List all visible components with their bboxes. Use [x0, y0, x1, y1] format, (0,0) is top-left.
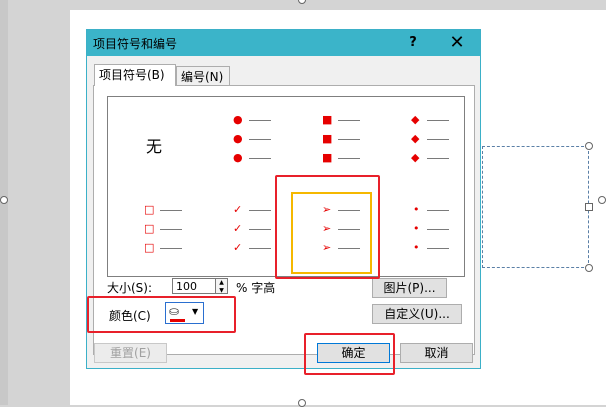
shape-handle[interactable]	[585, 203, 593, 211]
help-button[interactable]: ?	[403, 33, 423, 53]
picture-button[interactable]: 图片(P)...	[372, 278, 447, 298]
tab-numbering[interactable]: 编号(N)	[176, 66, 230, 86]
dialog-title: 项目符号和编号	[93, 37, 178, 51]
close-button[interactable]: ✕	[445, 33, 469, 53]
size-unit-label: % 字高	[236, 281, 276, 295]
filled-square-icon: ■	[322, 151, 333, 164]
filled-circle-icon: ●	[233, 132, 243, 145]
filled-circle-icon: ●	[233, 151, 243, 164]
hollow-square-icon: □	[144, 203, 155, 216]
filled-diamond-icon: ◆	[411, 151, 420, 164]
hollow-square-icon: □	[144, 222, 155, 235]
shape-handle[interactable]	[585, 142, 593, 150]
bullet-option-hollow-square[interactable]: □ □ □	[108, 187, 196, 275]
bullet-option-filled-circle[interactable]: ● ● ●	[197, 97, 285, 185]
size-spinner[interactable]: ▲ ▼	[216, 278, 228, 294]
annotation-box-arrow-bullet	[275, 175, 380, 279]
filled-square-icon: ■	[322, 113, 333, 126]
bullet-option-filled-diamond[interactable]: ◆ ◆ ◆	[375, 97, 463, 185]
checkmark-icon: ✓	[233, 222, 243, 235]
bullet-option-checkmark[interactable]: ✓ ✓ ✓	[197, 187, 285, 275]
size-label: 大小(S):	[107, 281, 153, 295]
filled-diamond-icon: ◆	[411, 132, 420, 145]
cancel-button[interactable]: 取消	[400, 343, 473, 363]
size-input[interactable]: 100	[172, 278, 216, 294]
small-dot-icon: •	[413, 203, 420, 216]
dialog-titlebar[interactable]: 项目符号和编号 ? ✕	[87, 30, 480, 56]
shape-handle[interactable]	[585, 264, 593, 272]
annotation-box-color	[87, 296, 236, 333]
checkmark-icon: ✓	[233, 241, 243, 254]
filled-circle-icon: ●	[233, 113, 243, 126]
none-label: 无	[146, 137, 163, 156]
annotation-box-ok	[304, 333, 395, 375]
filled-square-icon: ■	[322, 132, 333, 145]
selected-shape-outline[interactable]	[482, 146, 589, 268]
filled-diamond-icon: ◆	[411, 113, 420, 126]
tab-bullets[interactable]: 项目符号(B)	[94, 64, 176, 86]
bullet-option-filled-square[interactable]: ■ ■ ■	[286, 97, 374, 185]
bullet-option-none[interactable]: 无	[108, 97, 196, 185]
customize-button[interactable]: 自定义(U)...	[372, 304, 462, 324]
shape-handle[interactable]	[298, 399, 306, 407]
shape-handle[interactable]	[298, 0, 306, 4]
shape-handle[interactable]	[598, 196, 606, 204]
reset-button[interactable]: 重置(E)	[94, 343, 167, 363]
checkmark-icon: ✓	[233, 203, 243, 216]
small-dot-icon: •	[413, 222, 420, 235]
hollow-square-icon: □	[144, 241, 155, 254]
bullet-option-small-dot[interactable]: • • •	[375, 187, 463, 275]
small-dot-icon: •	[413, 241, 420, 254]
shape-handle[interactable]	[0, 196, 8, 204]
